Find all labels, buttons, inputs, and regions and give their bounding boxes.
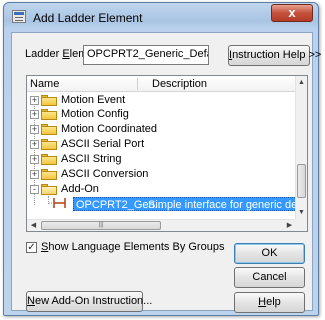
tree-item-ascii-serial-port[interactable]: + ASCII Serial Port <box>27 137 295 151</box>
tree-item-label: Add-On <box>61 183 99 195</box>
dialog-app-icon <box>12 10 26 23</box>
ladder-instruction-icon <box>49 198 66 208</box>
scroll-thumb[interactable] <box>297 164 306 198</box>
tree-item-ascii-string[interactable]: + ASCII String <box>27 152 295 166</box>
expand-icon[interactable]: + <box>30 140 39 149</box>
instruction-help-button[interactable]: Instruction Help >> <box>228 45 321 66</box>
tree-horizontal-scrollbar[interactable]: ◀ ||| ▶ <box>27 219 297 231</box>
scrollbar-corner <box>295 219 307 231</box>
scroll-right-icon[interactable]: ▶ <box>284 220 295 231</box>
folder-icon <box>41 139 57 150</box>
tree-item-add-on[interactable]: - Add-On <box>27 182 295 196</box>
expand-icon[interactable]: + <box>30 125 39 134</box>
tree-item-label: ASCII Serial Port <box>61 138 145 150</box>
dialog-title: Add Ladder Element <box>33 11 143 25</box>
ok-button[interactable]: OK <box>234 243 305 264</box>
folder-icon <box>41 124 57 135</box>
cancel-button[interactable]: Cancel <box>234 267 305 288</box>
checkmark-icon: ✓ <box>27 242 36 253</box>
instruction-tree[interactable]: Name Description + Motion Event + Motion… <box>26 75 308 232</box>
expand-icon[interactable]: + <box>30 110 39 119</box>
show-by-groups-checkbox[interactable]: ✓ <box>26 242 37 253</box>
folder-icon <box>41 109 57 120</box>
tree-item-label: Motion Config <box>61 108 129 120</box>
add-ladder-element-dialog: Add Ladder Element x Ladder Element: OPC… <box>3 2 321 316</box>
collapse-icon[interactable]: - <box>30 185 39 194</box>
column-header-description[interactable]: Description <box>152 78 207 90</box>
column-header-name[interactable]: Name <box>30 78 59 90</box>
new-add-on-instruction-button[interactable]: New Add-On Instruction... <box>26 291 152 312</box>
tree-item-motion-coordinated[interactable]: + Motion Coordinated <box>27 122 295 136</box>
expand-icon[interactable]: + <box>30 96 39 105</box>
tree-item-opcprt2-selected[interactable]: OPCPRT2_Gen... Simple interface for gene… <box>73 197 307 211</box>
tree-item-label: ASCII String <box>61 153 122 165</box>
help-button[interactable]: Help <box>234 292 305 313</box>
scroll-thumb-horizontal[interactable]: ||| <box>41 221 161 230</box>
folder-icon <box>41 169 57 180</box>
tree-item-label: ASCII Conversion <box>61 168 149 180</box>
ladder-element-field[interactable]: OPCPRT2_Generic_Default <box>83 45 209 65</box>
scroll-down-icon[interactable]: ▼ <box>296 207 307 218</box>
show-by-groups-label[interactable]: Show Language Elements By Groups <box>41 241 224 253</box>
expand-icon[interactable]: + <box>30 170 39 179</box>
expand-icon[interactable]: + <box>30 155 39 164</box>
folder-icon <box>41 154 57 165</box>
tree-vertical-scrollbar[interactable]: ▲ ▼ <box>295 76 307 219</box>
tree-item-ascii-conversion[interactable]: + ASCII Conversion <box>27 167 295 181</box>
tree-header: Name Description <box>27 76 297 92</box>
folder-icon <box>41 95 57 106</box>
tree-item-motion-config[interactable]: + Motion Config <box>27 107 295 121</box>
scroll-left-icon[interactable]: ◀ <box>28 220 39 231</box>
scroll-up-icon[interactable]: ▲ <box>296 77 307 88</box>
close-button[interactable]: x <box>271 4 313 22</box>
tree-item-label: Motion Coordinated <box>61 123 158 135</box>
dialog-client-area: Ladder Element: OPCPRT2_Generic_Default … <box>11 32 321 313</box>
selected-item-description: Simple interface for generic default... <box>148 199 307 211</box>
tree-item-label: Motion Event <box>61 94 126 106</box>
title-bar[interactable]: Add Ladder Element x <box>4 3 318 31</box>
tree-item-motion-event[interactable]: + Motion Event <box>27 93 295 107</box>
close-icon: x <box>288 5 296 20</box>
open-folder-icon <box>41 184 57 195</box>
